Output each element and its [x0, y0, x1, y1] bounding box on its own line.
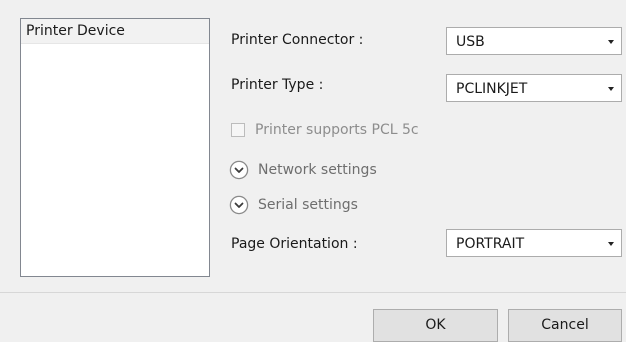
printer-connector-label: Printer Connector : — [231, 32, 364, 48]
printer-connector-select[interactable]: USB — [446, 27, 622, 55]
printer-settings-dialog: Printer Device Printer Connector : USB P… — [0, 0, 626, 342]
page-orientation-value: PORTRAIT — [456, 236, 525, 252]
page-orientation-label: Page Orientation : — [231, 236, 358, 252]
printer-connector-value: USB — [456, 34, 485, 50]
printer-type-select[interactable]: PCLINKJET — [446, 74, 622, 102]
device-list-item-printer-device[interactable]: Printer Device — [21, 19, 209, 44]
network-settings-label: Network settings — [258, 162, 377, 178]
page-orientation-select[interactable]: PORTRAIT — [446, 229, 622, 257]
device-list-item-label: Printer Device — [26, 23, 125, 39]
device-list[interactable]: Printer Device — [20, 18, 210, 277]
printer-type-label: Printer Type : — [231, 77, 324, 93]
chevron-circle-down-icon — [229, 195, 249, 215]
pcl-support-label: Printer supports PCL 5c — [255, 122, 419, 138]
cancel-button[interactable]: Cancel — [508, 309, 622, 342]
ok-button[interactable]: OK — [373, 309, 498, 342]
chevron-down-icon — [608, 242, 614, 246]
footer-divider — [0, 292, 626, 293]
chevron-circle-down-icon — [229, 160, 249, 180]
printer-type-value: PCLINKJET — [456, 81, 528, 97]
chevron-down-icon — [608, 87, 614, 91]
chevron-down-icon — [608, 40, 614, 44]
pcl-support-checkbox[interactable] — [231, 123, 245, 137]
serial-settings-label: Serial settings — [258, 197, 358, 213]
